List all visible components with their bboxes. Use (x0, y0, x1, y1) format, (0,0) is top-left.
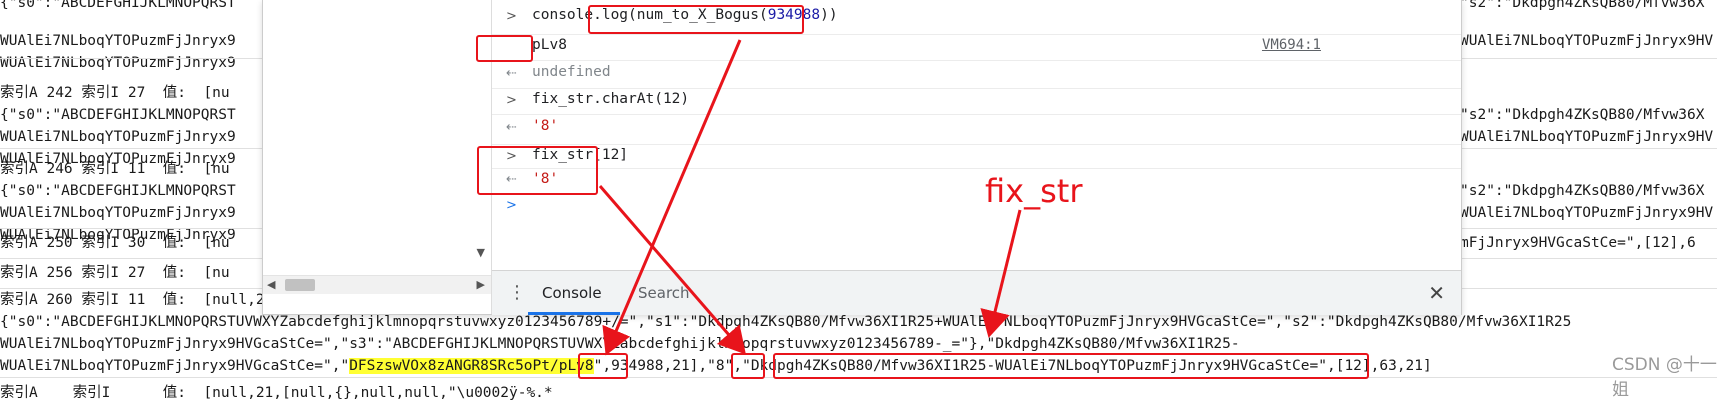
log-line: 索引A 246 索引I 11 值: [nu (0, 161, 230, 177)
log-line-right: WUAlEi7NLboqYTOPuzmFjJnryx9HV (1460, 33, 1714, 49)
console-return-row: ⇠ undefined (492, 60, 1461, 89)
annotation-box-output (476, 35, 533, 62)
log-line: {"s0":"ABCDEFGHIJKLMNOPQRST (0, 183, 236, 199)
scrollbar-thumb[interactable] (285, 279, 315, 291)
log-line-right: mFjJnryx9HVGcaStCe=",[12],6 (1460, 235, 1696, 251)
return-arrow-icon: ⇠ (506, 66, 517, 81)
active-tab-indicator (528, 312, 620, 315)
tab-search[interactable]: Search (638, 271, 690, 315)
log-line-right: "s2":"Dkdpgh4ZKsQB80/Mfvw36X (1460, 183, 1705, 199)
log-line: WUAlEi7NLboqYTOPuzmFjJnryx9 (0, 55, 236, 71)
annotation-box-index (477, 146, 598, 195)
chevron-right-icon: > (506, 93, 517, 108)
console-output: > console.log(num_to_X_Bogus(934988)) pL… (492, 0, 1461, 270)
log-line: 索引A 250 索引I 30 值: [nu (0, 235, 230, 251)
annotation-box-fix-str (773, 353, 1369, 379)
log-line: {"s0":"ABCDEFGHIJKLMNOPQRST (0, 107, 236, 123)
log-line: WUAlEi7NLboqYTOPuzmFjJnryx9HVGcaStCe=","… (0, 336, 1240, 352)
console-input-row[interactable]: > fix_str.charAt(12) (492, 88, 1461, 115)
watermark: CSDN @十一姐 (1612, 355, 1717, 400)
log-line-right: "s2":"Dkdpgh4ZKsQB80/Mfvw36X (1460, 107, 1705, 123)
log-line: 索引A 索引I 值: [null,21,[null,{},null,null,"… (0, 385, 553, 401)
highlight-prefix: DFSzswVOx8zANGR8SRc5oPt/ (349, 358, 559, 374)
console-input-row[interactable]: > fix_str[12] (492, 144, 1461, 169)
log-line-right: WUAlEi7NLboqYTOPuzmFjJnryx9HV (1460, 129, 1714, 145)
source-link[interactable]: VM694:1 (1262, 37, 1321, 53)
more-menu-icon[interactable]: ⋮ (508, 271, 526, 315)
scroll-down-icon[interactable]: ▼ (477, 246, 485, 259)
log-line: 索引A 242 索引I 27 值: [nu (0, 85, 230, 101)
tab-console[interactable]: Console (542, 271, 602, 315)
log-line: WUAlEi7NLboqYTOPuzmFjJnryx9 (0, 33, 236, 49)
close-icon[interactable]: ✕ (1428, 271, 1445, 315)
devtools-panel: ▼ ◀ ▶ > console.log(num_to_X_Bogus(93498… (262, 0, 1462, 315)
scroll-right-icon[interactable]: ▶ (477, 278, 485, 291)
return-arrow-icon: ⇠ (506, 120, 517, 135)
annotation-box-call (588, 5, 804, 34)
annotation-label: fix_str (985, 172, 1083, 210)
quoted-8: "8" (707, 358, 734, 374)
log-line-right: WUAlEi7NLboqYTOPuzmFjJnryx9HV (1460, 205, 1714, 221)
console-return-row: ⇠ '8' (506, 171, 559, 187)
log-line: {"s0":"ABCDEFGHIJKLMNOPQRST (0, 0, 236, 11)
drawer-tabbar: ⋮ Console Search ✕ (492, 270, 1461, 315)
sources-pane: ▼ ◀ ▶ (263, 0, 492, 314)
horizontal-scrollbar[interactable]: ◀ ▶ (263, 275, 491, 294)
annotation-box-plv8 (578, 353, 628, 379)
console-prompt-icon[interactable]: > (506, 198, 517, 213)
console-return-row: ⇠ '8' (492, 114, 1461, 145)
annotation-box-8 (731, 353, 765, 379)
scroll-left-icon[interactable]: ◀ (267, 278, 275, 291)
log-line: 索引A 256 索引I 27 值: [nu (0, 265, 230, 281)
log-line: WUAlEi7NLboqYTOPuzmFjJnryx9 (0, 205, 236, 221)
log-line-right: "s2":"Dkdpgh4ZKsQB80/Mfvw36X (1460, 0, 1705, 11)
console-output-row: pLv8 VM694:1 (492, 34, 1461, 61)
log-line: WUAlEi7NLboqYTOPuzmFjJnryx9 (0, 129, 236, 145)
chevron-right-icon: > (506, 9, 517, 24)
